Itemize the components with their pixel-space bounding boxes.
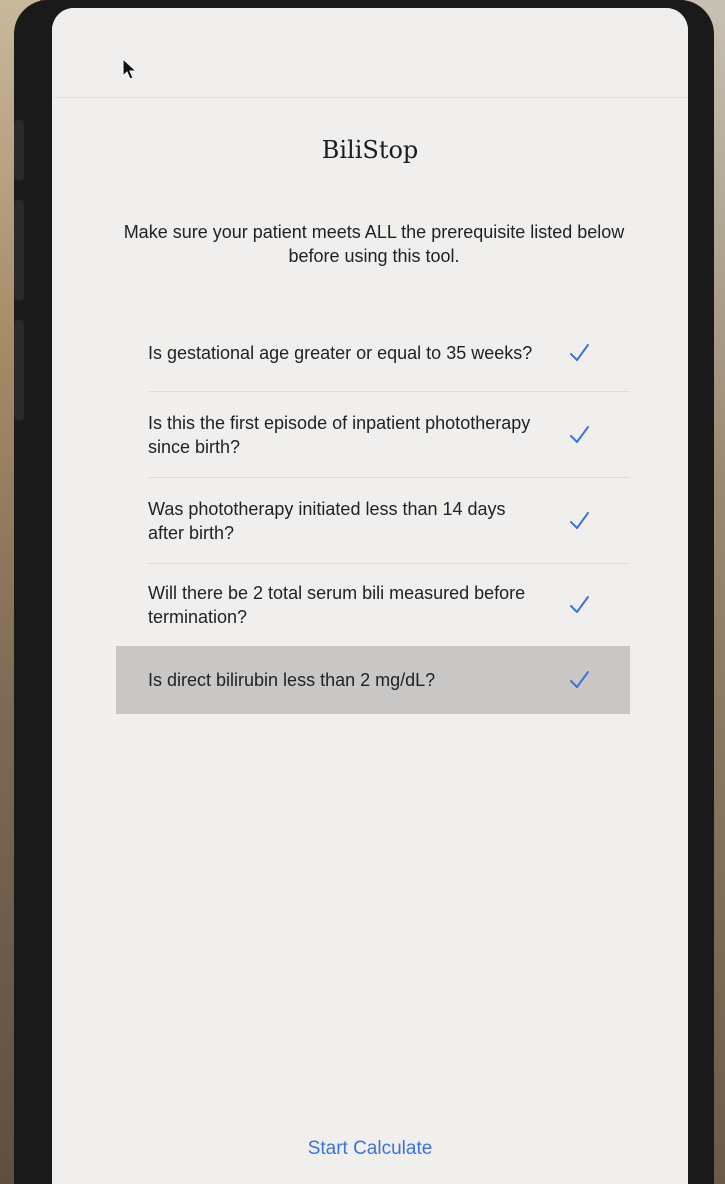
- phone-volume-down-button: [14, 320, 24, 420]
- start-calculate-button[interactable]: Start Calculate: [52, 1138, 688, 1160]
- status-bar: [52, 8, 688, 98]
- prerequisite-row[interactable]: Will there be 2 total serum bili measure…: [116, 564, 630, 646]
- checkmark-icon: [570, 512, 589, 529]
- app-title: BiliStop: [321, 136, 419, 164]
- prerequisite-question: Is direct bilirubin less than 2 mg/dL?: [148, 670, 436, 690]
- prerequisite-question: Is this the first episode of inpatient p…: [148, 413, 531, 457]
- prerequisite-question: Will there be 2 total serum bili measure…: [148, 583, 526, 627]
- prerequisite-question: Was phototherapy initiated less than 14 …: [148, 499, 506, 543]
- prerequisite-row[interactable]: Is this the first episode of inpatient p…: [116, 392, 630, 478]
- prerequisite-row[interactable]: Was phototherapy initiated less than 14 …: [116, 478, 630, 564]
- prerequisite-question: Is gestational age greater or equal to 3…: [148, 343, 533, 363]
- mouse-pointer-icon: [122, 58, 138, 80]
- prerequisite-row-selected[interactable]: Is direct bilirubin less than 2 mg/dL?: [116, 646, 630, 714]
- checkmark-icon: [570, 596, 589, 613]
- prerequisite-row[interactable]: Is gestational age greater or equal to 3…: [116, 314, 630, 392]
- phone-volume-up-button: [14, 200, 24, 300]
- checkmark-icon: [570, 671, 589, 688]
- checkmark-icon: [570, 344, 589, 361]
- prerequisite-list: Is gestational age greater or equal to 3…: [116, 314, 630, 714]
- checkmark-icon: [570, 426, 589, 443]
- app-screen: BiliStop Make sure your patient meets AL…: [52, 8, 688, 1184]
- phone-side-button: [14, 120, 24, 180]
- intro-instruction: Make sure your patient meets ALL the pre…: [123, 222, 625, 266]
